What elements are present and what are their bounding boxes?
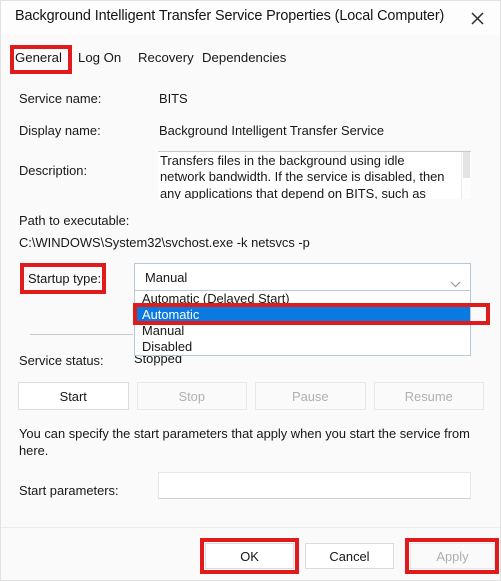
tab-strip: General Log On Recovery Dependencies	[1, 47, 500, 75]
display-name-value: Background Intelligent Transfer Service	[159, 123, 384, 138]
startup-type-combobox[interactable]: Manual	[134, 263, 471, 291]
dropdown-option-manual[interactable]: Manual	[135, 323, 470, 339]
description-scrollbar-thumb[interactable]	[463, 152, 470, 178]
title-bar: Background Intelligent Transfer Service …	[1, 1, 500, 35]
dropdown-option-disabled[interactable]: Disabled	[135, 339, 470, 355]
service-control-buttons: Start Stop Pause Resume	[18, 382, 484, 410]
display-name-label: Display name:	[19, 123, 101, 138]
footer-divider	[1, 527, 500, 528]
ok-button[interactable]: OK	[205, 543, 294, 569]
window-title: Background Intelligent Transfer Service …	[15, 8, 445, 24]
start-parameters-input[interactable]	[158, 472, 471, 499]
startup-type-dropdown-list[interactable]: Automatic (Delayed Start) Automatic Manu…	[134, 291, 471, 356]
cancel-button[interactable]: Cancel	[305, 543, 394, 569]
startup-type-label: Startup type:	[28, 271, 102, 286]
start-button[interactable]: Start	[18, 382, 129, 410]
dropdown-option-automatic[interactable]: Automatic	[135, 307, 470, 323]
service-name-value: BITS	[159, 91, 188, 106]
description-textbox[interactable]: Transfers files in the background using …	[158, 151, 471, 199]
path-to-executable-value: C:\WINDOWS\System32\svchost.exe -k netsv…	[19, 235, 310, 250]
startup-type-selected-value: Manual	[145, 270, 188, 285]
path-to-executable-label: Path to executable:	[19, 213, 130, 228]
stop-button: Stop	[136, 382, 247, 410]
description-scrollbar[interactable]	[461, 152, 471, 199]
start-parameters-label: Start parameters:	[19, 483, 119, 498]
apply-button: Apply	[410, 543, 495, 569]
tab-recovery[interactable]: Recovery	[138, 50, 194, 65]
tab-log-on[interactable]: Log On	[78, 50, 121, 65]
tab-general[interactable]: General	[15, 50, 62, 65]
service-status-label: Service status:	[19, 353, 104, 368]
service-properties-dialog: Background Intelligent Transfer Service …	[0, 0, 501, 581]
description-label: Description:	[19, 163, 88, 178]
start-parameters-help-text: You can specify the start parameters tha…	[19, 426, 470, 458]
close-icon[interactable]	[462, 6, 492, 30]
description-value: Transfers files in the background using …	[160, 153, 445, 199]
tab-dependencies[interactable]: Dependencies	[202, 50, 286, 65]
field-divider	[30, 334, 133, 335]
dropdown-option-automatic-delayed-start[interactable]: Automatic (Delayed Start)	[135, 291, 470, 307]
service-name-label: Service name:	[19, 91, 102, 106]
resume-button: Resume	[373, 382, 484, 410]
pause-button: Pause	[255, 382, 366, 410]
